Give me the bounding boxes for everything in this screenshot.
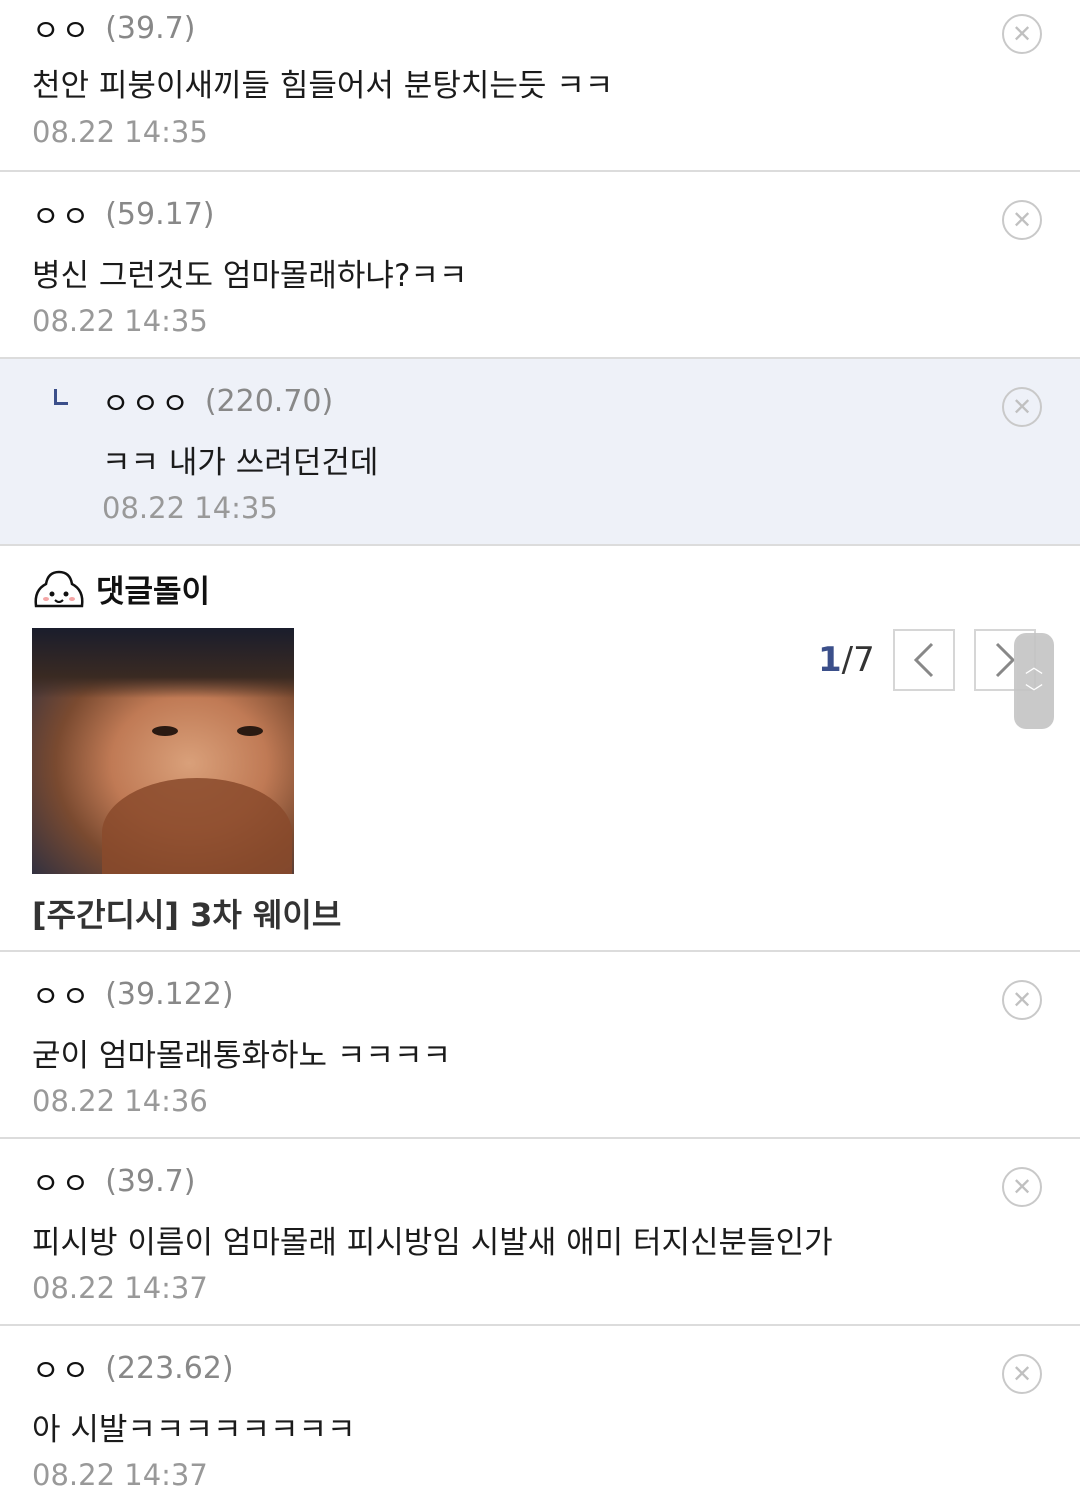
delete-comment-button[interactable]: ✕ [1002,200,1042,240]
comment-nickname[interactable]: ㅇㅇ [32,1346,91,1390]
close-icon: ✕ [1011,20,1033,48]
comment-item: ㅇㅇ (39.7) 피시방 이름이 엄마몰래 피시방임 시발새 애미 터지신분들… [0,1139,1080,1326]
comment-timestamp: 08.22 14:35 [102,491,278,525]
comment-nickname[interactable]: ㅇㅇ [32,6,91,50]
page-current: 1 [818,640,842,680]
comment-ip: (223.62) [105,1350,234,1386]
delete-comment-button[interactable]: ✕ [1002,1354,1042,1394]
delete-comment-button[interactable]: ✕ [1002,387,1042,427]
chevron-left-icon [913,642,934,678]
delete-comment-button[interactable]: ✕ [1002,14,1042,54]
scroll-handle[interactable]: ︿ ﹀ [1014,633,1054,729]
delete-comment-button[interactable]: ✕ [1002,980,1042,1020]
comment-timestamp: 08.22 14:35 [32,115,208,149]
close-icon: ✕ [1011,1173,1033,1201]
comment-nickname[interactable]: ㅇㅇ [32,972,91,1016]
page-total: /7 [841,640,875,680]
prev-page-button[interactable] [893,629,955,691]
comment-ip: (39.7) [105,10,196,46]
comment-timestamp: 08.22 14:36 [32,1084,208,1118]
bot-name: 댓글돌이 [96,574,211,610]
comment-item: ㅇㅇ (59.17) 병신 그런것도 엄마몰래하냐?ㅋㅋ 08.22 14:35… [0,172,1080,359]
comment-ip: (39.122) [105,976,234,1012]
comment-timestamp: 08.22 14:37 [32,1271,208,1305]
comment-ip: (59.17) [105,196,215,232]
chevron-up-icon: ︿ [1025,657,1043,678]
comment-item: ㅇㅇ (39.122) 굳이 엄마몰래통화하노 ㅋㅋㅋㅋ 08.22 14:36… [0,952,1080,1139]
close-icon: ✕ [1011,393,1033,421]
reply-comment-item: ㅇㅇㅇ (220.70) ㅋㅋ 내가 쓰려던건데 08.22 14:35 ✕ [0,359,1080,546]
comment-ip: (220.70) [204,383,334,419]
close-icon: ✕ [1011,986,1033,1014]
comment-timestamp: 08.22 14:35 [32,304,208,338]
delete-comment-button[interactable]: ✕ [1002,1167,1042,1207]
comment-text: 아 시발ㅋㅋㅋㅋㅋㅋㅋㅋ [32,1412,356,1448]
comment-nickname[interactable]: ㅇㅇ [32,192,91,236]
bot-thumbnail-image[interactable] [32,628,294,874]
comment-text: 천안 피붕이새끼들 힘들어서 분탕치는듯 ㅋㅋ [32,68,614,104]
comment-text: 굳이 엄마몰래통화하노 ㅋㅋㅋㅋ [32,1038,451,1074]
reply-arrow-icon [54,389,68,405]
chevron-down-icon: ﹀ [1025,683,1043,704]
comment-nickname[interactable]: ㅇㅇ [32,1159,91,1203]
bot-face-icon [34,570,84,608]
comment-nickname[interactable]: ㅇㅇㅇ [102,379,191,423]
comment-text: 병신 그런것도 엄마몰래하냐?ㅋㅋ [32,258,468,294]
comment-item: ㅇㅇ (223.62) 아 시발ㅋㅋㅋㅋㅋㅋㅋㅋ 08.22 14:37 ✕ [0,1326,1080,1512]
comment-timestamp: 08.22 14:37 [32,1458,208,1492]
comment-text: ㅋㅋ 내가 쓰려던건데 [102,445,379,481]
comment-ip: (39.7) [105,1163,196,1199]
pagination-indicator: 1/7 [818,640,875,680]
comment-item: ㅇㅇ (39.7) 천안 피붕이새끼들 힘들어서 분탕치는듯 ㅋㅋ 08.22 … [0,0,1080,172]
close-icon: ✕ [1011,206,1033,234]
bot-post-title[interactable]: [주간디시] 3차 웨이브 [32,890,341,936]
close-icon: ✕ [1011,1360,1033,1388]
comment-text: 피시방 이름이 엄마몰래 피시방임 시발새 애미 터지신분들인가 [32,1225,833,1261]
